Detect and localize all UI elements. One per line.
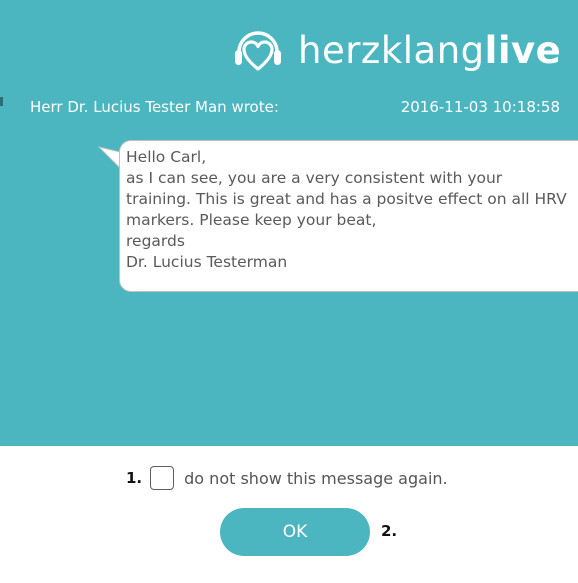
dont-show-again-checkbox[interactable] xyxy=(150,466,175,490)
brand-name: herzklanglive xyxy=(298,32,561,69)
dont-show-again-row: 1. do not show this message again. xyxy=(126,464,448,492)
message-line: Dr. Lucius Testerman xyxy=(126,253,288,271)
message-panel: herzklanglive Herr Dr. Lucius Tester Man… xyxy=(0,0,578,446)
heart-headphones-icon xyxy=(235,31,281,71)
step-1-label: 1. xyxy=(126,469,143,487)
message-line: training. This is great and has a positv… xyxy=(126,190,567,208)
message-timestamp: 2016-11-03 10:18:58 xyxy=(400,98,560,116)
brand-name-light: herzklang xyxy=(298,28,485,72)
message-line: as I can see, you are a very consistent … xyxy=(126,169,503,187)
sender-label: Herr Dr. Lucius Tester Man wrote: xyxy=(30,98,279,116)
message-line: regards xyxy=(126,232,185,250)
step-2-label: 2. xyxy=(381,522,398,540)
message-line: markers. Please keep your beat, xyxy=(126,211,377,229)
message-line: Hello Carl, xyxy=(126,148,207,166)
message-bubble: Hello Carl, as I can see, you are a very… xyxy=(119,140,578,292)
dont-show-again-label[interactable]: do not show this message again. xyxy=(184,469,447,488)
ok-button[interactable]: OK xyxy=(220,508,370,556)
brand-logo: herzklanglive xyxy=(230,22,561,78)
left-edge-marker xyxy=(0,97,3,106)
message-header: Herr Dr. Lucius Tester Man wrote: 2016-1… xyxy=(30,98,560,116)
brand-name-bold: live xyxy=(484,28,562,72)
message-dialog: herzklanglive Herr Dr. Lucius Tester Man… xyxy=(0,0,578,583)
